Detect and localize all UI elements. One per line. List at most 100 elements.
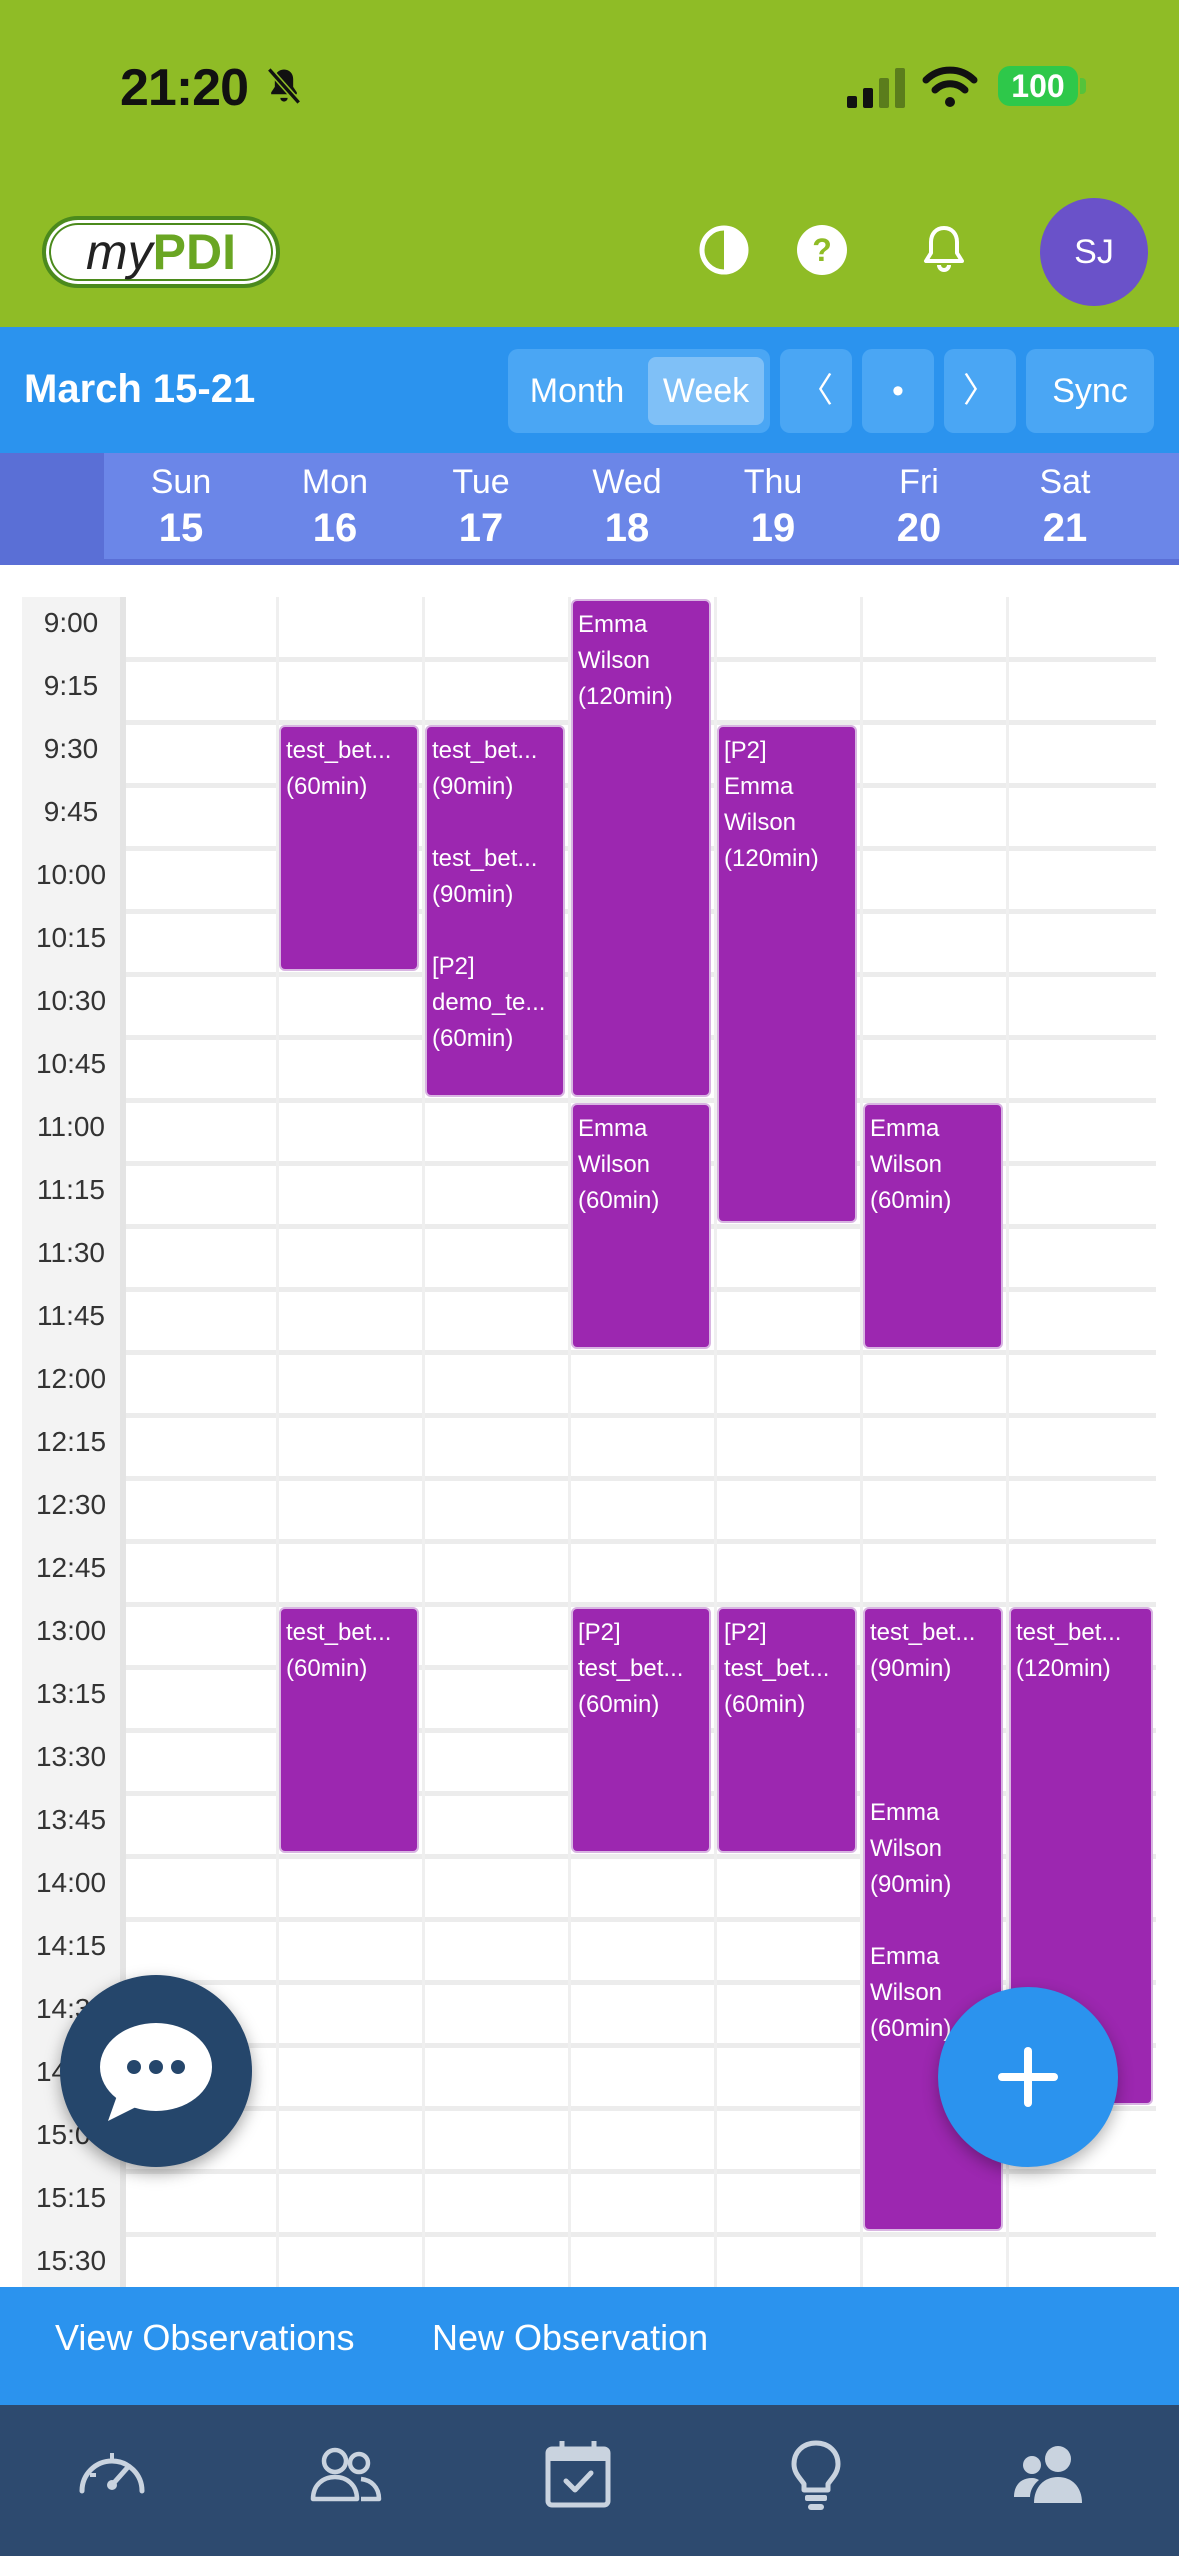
event-text-line: test_bet... bbox=[432, 845, 538, 872]
event-text-line: [P2] bbox=[724, 1619, 767, 1646]
plus-icon bbox=[998, 2047, 1058, 2107]
day-header-sun[interactable]: Sun 15 bbox=[108, 463, 254, 551]
event-text-line: Emma bbox=[870, 1943, 940, 1970]
calendar-event[interactable]: Emma Wilson (60min) bbox=[863, 1103, 1003, 1349]
time-slot-label: 11:45 bbox=[37, 1300, 105, 1331]
view-observations-button[interactable]: View Observations bbox=[55, 2317, 354, 2359]
event-text-line: Wilson bbox=[724, 809, 797, 836]
event-text-line: [P2] bbox=[432, 953, 475, 980]
calendar-event[interactable]: [P2] test_bet... (60min) bbox=[571, 1607, 711, 1853]
day-number: 15 bbox=[158, 506, 204, 550]
status-time: 21:20 bbox=[120, 59, 249, 117]
day-header-mon[interactable]: Mon 16 bbox=[262, 463, 408, 551]
time-slot-label: 13:00 bbox=[35, 1615, 107, 1646]
cell-signal-icon bbox=[847, 68, 905, 108]
logo-pdi: PDI bbox=[152, 224, 236, 280]
event-text-line: (60min) bbox=[432, 1025, 514, 1052]
event-text-line: (90min) bbox=[432, 773, 514, 800]
event-text-line: Emma bbox=[578, 1115, 648, 1142]
time-slot-label: 12:30 bbox=[35, 1489, 107, 1520]
previous-week-button[interactable]: 〈 bbox=[780, 349, 852, 433]
event-text-line: (60min) bbox=[286, 1655, 368, 1682]
event-text-line: test_bet... bbox=[870, 1619, 976, 1646]
day-number: 21 bbox=[1042, 506, 1088, 550]
time-slot-label: 14:15 bbox=[35, 1930, 107, 1961]
event-text-line: Emma bbox=[870, 1799, 940, 1826]
calendar-check-icon[interactable] bbox=[538, 2435, 618, 2515]
time-slot-label: 9:30 bbox=[43, 733, 99, 764]
bottom-tab-bar bbox=[0, 2405, 1179, 2556]
day-name: Fri bbox=[899, 463, 939, 501]
event-text-line: Wilson bbox=[870, 1151, 943, 1178]
time-slot-label: 12:45 bbox=[35, 1552, 107, 1583]
calendar-event[interactable]: Emma Wilson (120min) bbox=[571, 599, 711, 1097]
time-slot-label: 15:15 bbox=[35, 2182, 107, 2213]
event-text-line: (120min) bbox=[724, 845, 819, 872]
event-text-line: (120min) bbox=[1016, 1655, 1111, 1682]
user-avatar[interactable]: SJ bbox=[1040, 198, 1148, 306]
time-slot-label: 11:00 bbox=[37, 1111, 105, 1142]
mypdi-logo[interactable]: myPDI bbox=[42, 216, 280, 288]
time-slot-label: 12:00 bbox=[35, 1363, 107, 1394]
day-header-sat[interactable]: Sat 21 bbox=[992, 463, 1138, 551]
event-text-line: Emma bbox=[724, 773, 794, 800]
event-text-line: (60min) bbox=[724, 1691, 806, 1718]
event-text-line: test_bet... bbox=[578, 1655, 684, 1682]
observation-action-bar: View Observations New Observation bbox=[0, 2287, 1179, 2405]
calendar-event[interactable]: test_bet... (60min) bbox=[279, 1607, 419, 1853]
wifi-icon bbox=[922, 66, 978, 107]
day-name: Sun bbox=[150, 463, 212, 501]
calendar-event[interactable]: [P2] Emma Wilson (120min) bbox=[717, 725, 857, 1223]
time-slot-label: 11:30 bbox=[37, 1237, 105, 1268]
event-text-line: (90min) bbox=[870, 1871, 952, 1898]
calendar-event[interactable]: Emma Wilson (60min) bbox=[571, 1103, 711, 1349]
new-observation-button[interactable]: New Observation bbox=[432, 2317, 708, 2359]
bell-icon[interactable] bbox=[914, 220, 974, 280]
chat-button[interactable] bbox=[60, 1975, 252, 2167]
sync-button[interactable]: Sync bbox=[1026, 349, 1154, 433]
month-view-button[interactable]: Month bbox=[516, 349, 638, 433]
users-group-icon[interactable] bbox=[1012, 2435, 1092, 2515]
time-slot-label: 13:15 bbox=[35, 1678, 107, 1709]
lightbulb-icon[interactable] bbox=[776, 2435, 856, 2515]
event-text-line: test_bet... bbox=[286, 1619, 392, 1646]
date-range-title: March 15-21 bbox=[24, 367, 256, 411]
event-text-line: (60min) bbox=[578, 1691, 660, 1718]
time-row-divider bbox=[126, 1350, 1156, 1355]
event-text-line: test_bet... bbox=[432, 737, 538, 764]
day-header-wed[interactable]: Wed 18 bbox=[554, 463, 700, 551]
contrast-icon[interactable] bbox=[694, 220, 754, 280]
time-slot-label: 13:45 bbox=[35, 1804, 107, 1835]
time-slot-label: 13:30 bbox=[35, 1741, 107, 1772]
day-number: 17 bbox=[458, 506, 504, 550]
day-header-fri[interactable]: Fri 20 bbox=[846, 463, 992, 551]
time-slot-label: 9:15 bbox=[43, 670, 99, 701]
day-number: 16 bbox=[312, 506, 358, 550]
event-text-line: (60min) bbox=[578, 1187, 660, 1214]
event-text-line: Wilson bbox=[578, 647, 651, 674]
day-name: Wed bbox=[592, 463, 662, 501]
people-outline-icon[interactable] bbox=[305, 2435, 385, 2515]
calendar-event[interactable]: [P2] test_bet... (60min) bbox=[717, 1607, 857, 1853]
event-text-line: (60min) bbox=[870, 1187, 952, 1214]
add-event-button[interactable] bbox=[938, 1987, 1118, 2167]
calendar-toolbar: March 15-21 Month Week 〈 • 〉 Sync bbox=[0, 327, 1179, 453]
day-header-thu[interactable]: Thu 19 bbox=[700, 463, 846, 551]
time-row-divider bbox=[126, 1413, 1156, 1418]
today-button[interactable]: • bbox=[862, 349, 934, 433]
event-text-line: (120min) bbox=[578, 683, 673, 710]
calendar-event[interactable]: test_bet... (60min) bbox=[279, 725, 419, 971]
time-slot-label: 9:00 bbox=[43, 607, 99, 638]
next-week-button[interactable]: 〉 bbox=[944, 349, 1016, 433]
help-icon[interactable]: ? bbox=[792, 220, 852, 280]
event-text-line: test_bet... bbox=[286, 737, 392, 764]
event-text-line: test_bet... bbox=[724, 1655, 830, 1682]
calendar-event[interactable]: test_bet... (90min) test_bet... (90min) [P2]… bbox=[425, 725, 565, 1097]
time-slot-label: 11:15 bbox=[37, 1174, 105, 1205]
time-slot-label: 14:00 bbox=[35, 1867, 107, 1898]
dashboard-gauge-icon[interactable] bbox=[72, 2435, 152, 2515]
day-header-tue[interactable]: Tue 17 bbox=[408, 463, 554, 551]
day-number: 19 bbox=[750, 506, 796, 550]
battery-tip bbox=[1080, 78, 1086, 94]
week-view-button[interactable]: Week bbox=[648, 357, 764, 425]
